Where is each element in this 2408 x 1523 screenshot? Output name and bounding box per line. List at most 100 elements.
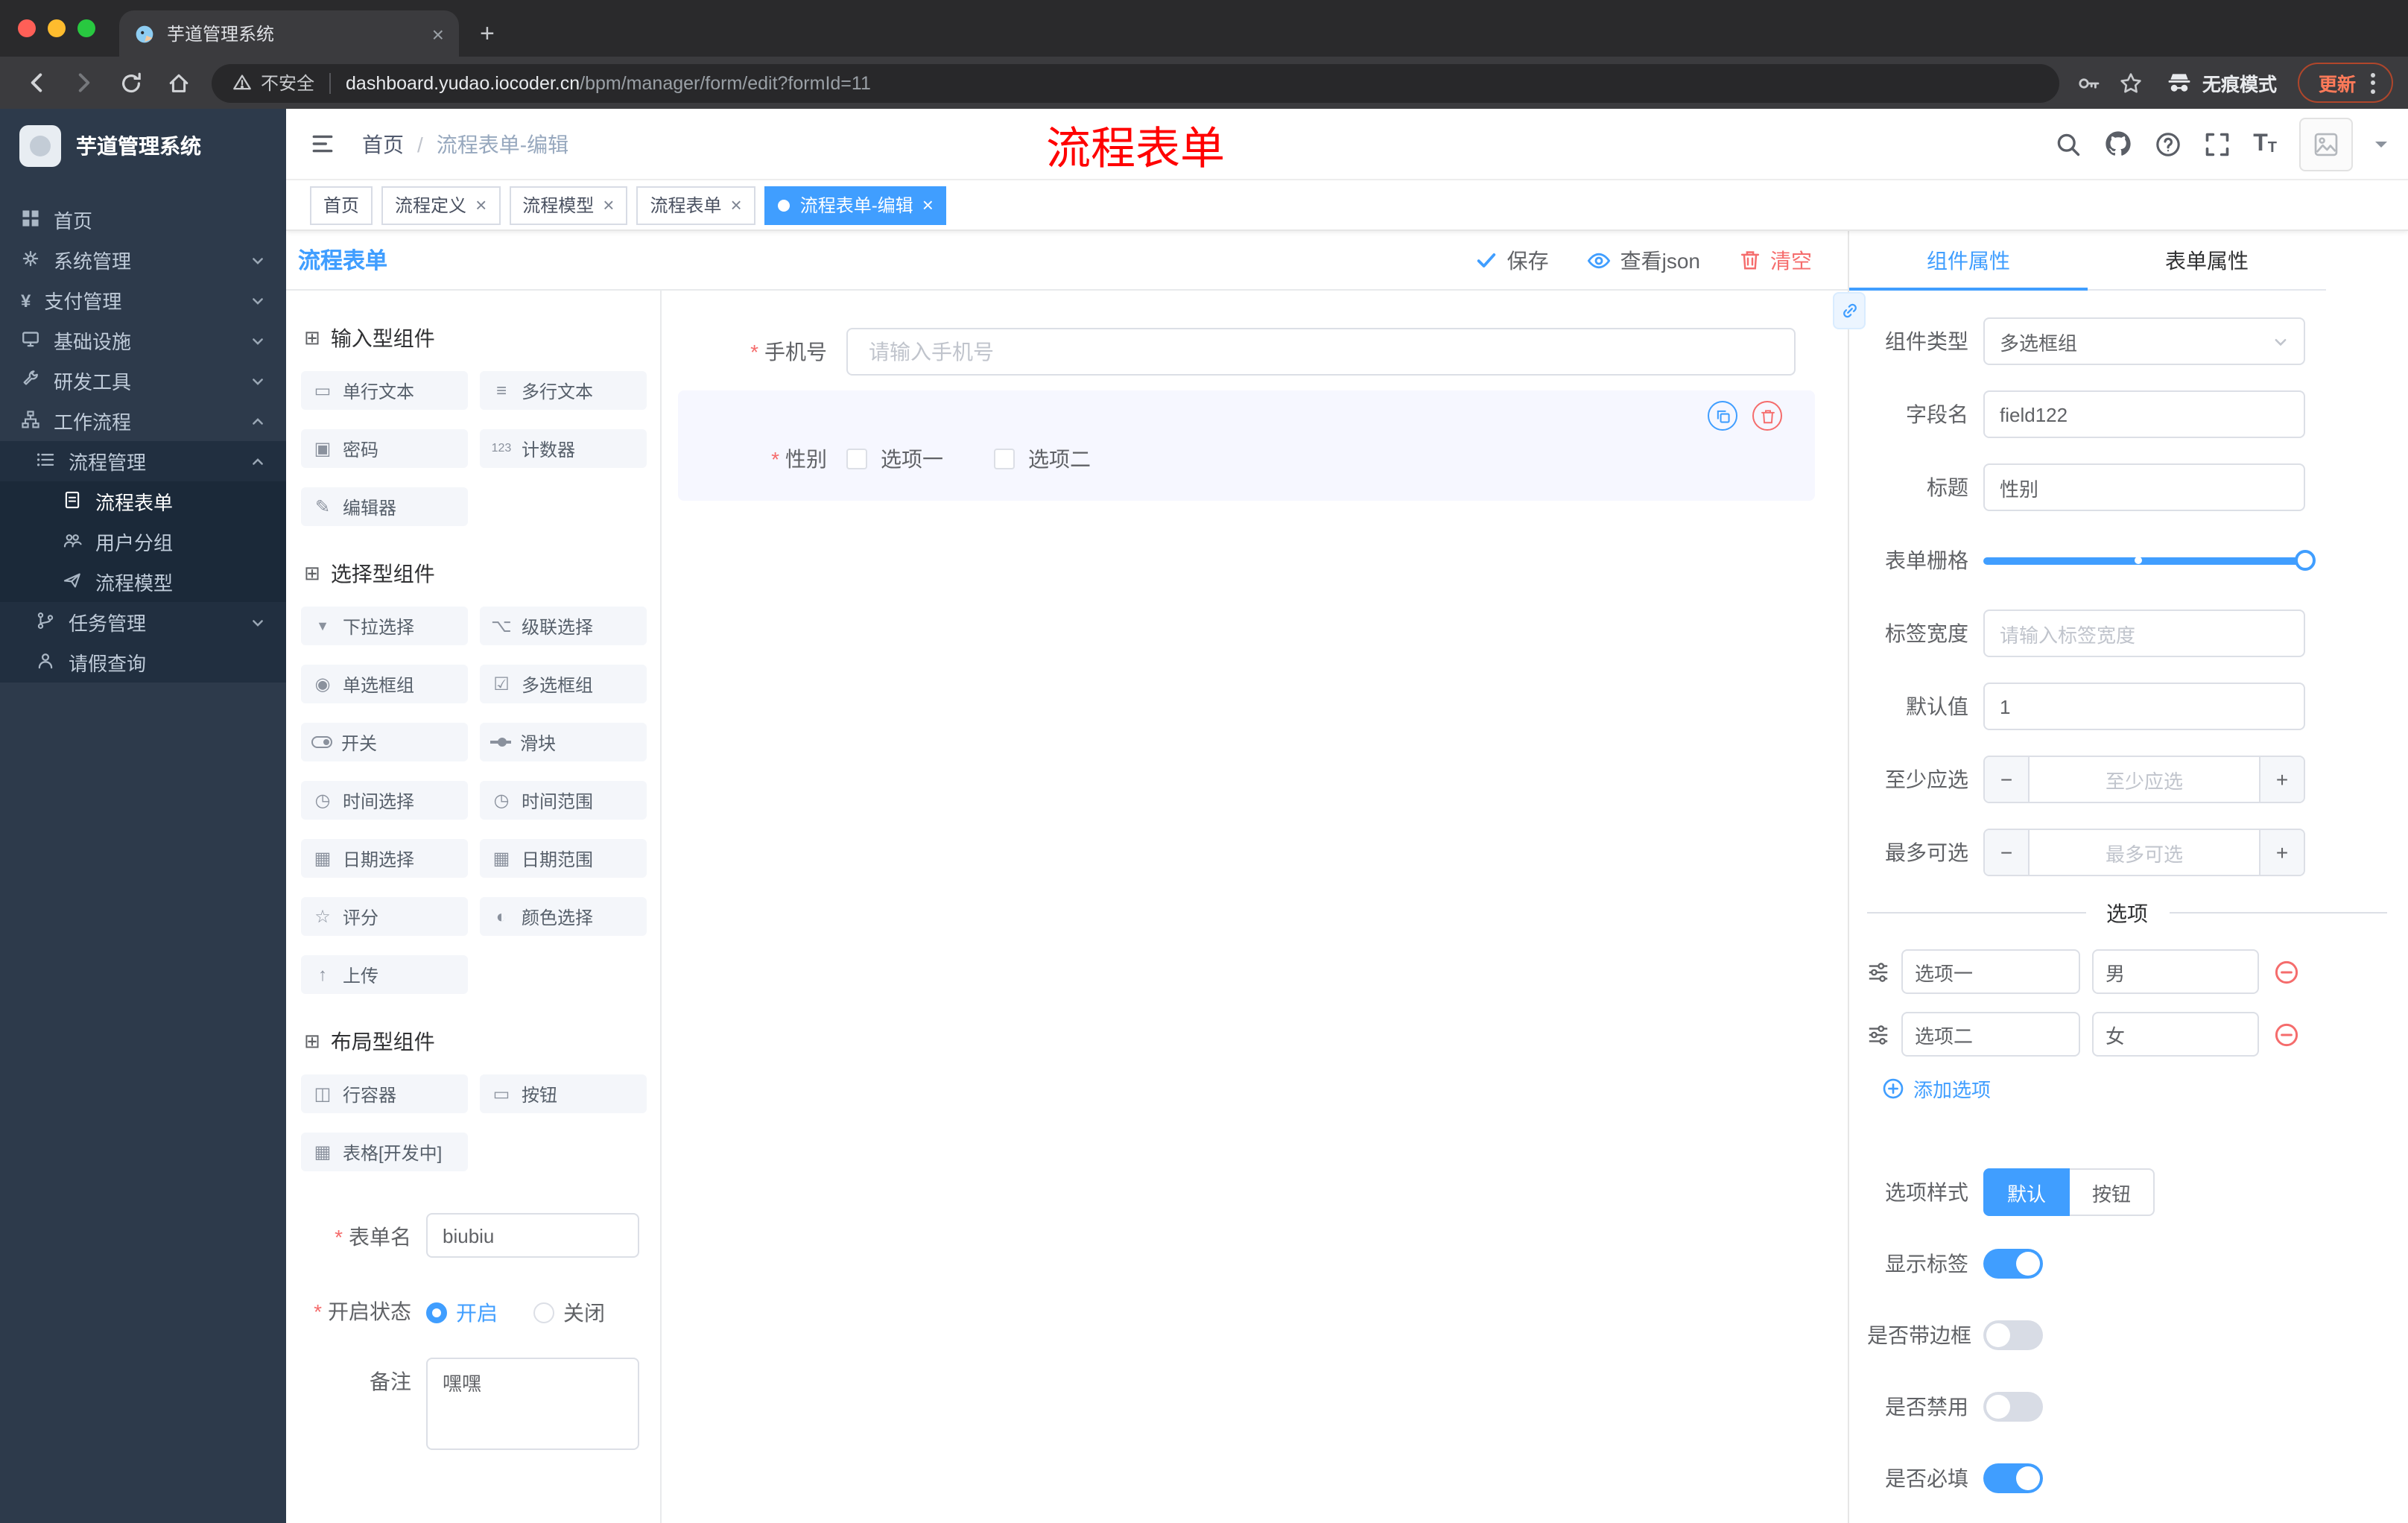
sidebar-item-infrastructure[interactable]: 基础设施 (0, 320, 286, 361)
option-1-value-input[interactable]: 男 (2092, 949, 2259, 994)
tag-home[interactable]: 首页 (310, 186, 373, 224)
palette-item-cascader[interactable]: ⌥ 级联选择 (480, 607, 647, 645)
tab-close-icon[interactable]: × (432, 23, 444, 44)
view-json-button[interactable]: 查看json (1588, 245, 1700, 275)
status-off-radio[interactable]: 关闭 (533, 1298, 605, 1328)
slider-handle[interactable] (2295, 550, 2316, 571)
tag-close-icon[interactable]: × (475, 195, 487, 215)
palette-item-upload[interactable]: ↑ 上传 (301, 955, 468, 994)
url-bar[interactable]: 不安全 dashboard.yudao.iocoder.cn/bpm/manag… (212, 63, 2059, 102)
increase-button[interactable]: + (2259, 830, 2304, 875)
github-icon[interactable] (2104, 130, 2132, 158)
tab-form-props[interactable]: 表单属性 (2088, 231, 2326, 289)
palette-item-rate[interactable]: ☆ 评分 (301, 897, 468, 936)
label-width-input[interactable]: 请输入标签宽度 (1983, 609, 2305, 657)
palette-item-checkbox-group[interactable]: ☑ 多选框组 (480, 665, 647, 703)
palette-item-radio-group[interactable]: ◉ 单选框组 (301, 665, 468, 703)
border-switch[interactable] (1983, 1320, 2043, 1350)
browser-menu-icon[interactable] (2368, 69, 2378, 96)
drag-handle-icon[interactable] (1867, 1023, 1889, 1045)
component-type-select[interactable]: 多选框组 (1983, 317, 2305, 365)
clear-button[interactable]: 清空 (1739, 245, 1812, 275)
palette-item-single-line[interactable]: ▭ 单行文本 (301, 371, 468, 410)
default-value-input[interactable]: 1 (1983, 683, 2305, 730)
palette-item-editor[interactable]: ✎ 编辑器 (301, 487, 468, 526)
palette-item-date[interactable]: ▦ 日期选择 (301, 839, 468, 878)
palette-item-counter[interactable]: 123 计数器 (480, 429, 647, 468)
phone-field-row[interactable]: 手机号 请输入手机号 (678, 328, 1815, 376)
sidebar-item-user-group[interactable]: 用户分组 (0, 522, 286, 562)
option-2-value-input[interactable]: 女 (2092, 1012, 2259, 1057)
remove-option-button[interactable] (2274, 1022, 2299, 1047)
palette-item-time[interactable]: ◷ 时间选择 (301, 781, 468, 820)
palette-item-multi-line[interactable]: ≡ 多行文本 (480, 371, 647, 410)
min-select-value[interactable]: 至少应选 (2030, 757, 2259, 802)
link-icon[interactable] (1833, 292, 1866, 329)
option-2-label-input[interactable]: 选项二 (1901, 1012, 2080, 1057)
sidebar-item-process-model[interactable]: 流程模型 (0, 562, 286, 602)
palette-item-select[interactable]: ▼ 下拉选择 (301, 607, 468, 645)
show-label-switch[interactable] (1983, 1249, 2043, 1279)
help-icon[interactable] (2155, 130, 2182, 157)
tag-close-icon[interactable]: × (603, 195, 614, 215)
selected-widget-gender[interactable]: 性别 选项一 选项二 (678, 390, 1815, 501)
window-minimize-button[interactable] (48, 19, 66, 37)
palette-item-time-range[interactable]: ◷ 时间范围 (480, 781, 647, 820)
back-icon[interactable] (15, 63, 57, 102)
form-name-input[interactable]: biubiu (426, 1213, 639, 1258)
form-remark-textarea[interactable]: 嘿嘿 (426, 1358, 639, 1450)
status-on-radio[interactable]: 开启 (426, 1298, 498, 1328)
disabled-switch[interactable] (1983, 1392, 2043, 1422)
save-button[interactable]: 保存 (1476, 245, 1549, 275)
sidebar-item-task-management[interactable]: 任务管理 (0, 602, 286, 642)
tag-close-icon[interactable]: × (731, 195, 742, 215)
sidebar-item-leave-query[interactable]: 请假查询 (0, 642, 286, 683)
tag-process-model[interactable]: 流程模型 × (509, 186, 628, 224)
phone-input[interactable]: 请输入手机号 (846, 328, 1796, 376)
decrease-button[interactable]: − (1985, 830, 2030, 875)
tab-component-props[interactable]: 组件属性 (1849, 231, 2088, 291)
forward-icon[interactable] (63, 63, 104, 102)
slider-track[interactable] (1983, 550, 2316, 571)
reload-icon[interactable] (110, 63, 152, 102)
password-key-icon[interactable] (2071, 65, 2107, 101)
form-canvas[interactable]: 手机号 请输入手机号 (662, 291, 1848, 1523)
palette-item-row-container[interactable]: ◫ 行容器 (301, 1074, 468, 1113)
palette-item-date-range[interactable]: ▦ 日期范围 (480, 839, 647, 878)
gender-option-2-checkbox[interactable]: 选项二 (994, 444, 1091, 474)
update-button[interactable]: 更新 (2297, 63, 2393, 103)
palette-item-color[interactable]: ◐ 颜色选择 (480, 897, 647, 936)
title-input[interactable]: 性别 (1983, 463, 2305, 511)
palette-item-button[interactable]: ▭ 按钮 (480, 1074, 647, 1113)
gender-field-row[interactable]: 性别 选项一 选项二 (678, 444, 1815, 474)
remove-option-button[interactable] (2274, 959, 2299, 984)
add-option-button[interactable]: 添加选项 (1882, 1074, 2408, 1103)
palette-item-slider[interactable]: 滑块 (480, 723, 647, 762)
sidebar-item-process-form[interactable]: 流程表单 (0, 481, 286, 522)
increase-button[interactable]: + (2259, 757, 2304, 802)
font-size-icon[interactable]: TT (2253, 131, 2277, 156)
grid-slider[interactable] (1983, 536, 2316, 584)
sidebar-item-home[interactable]: 首页 (0, 200, 286, 240)
sidebar-item-system[interactable]: 系统管理 (0, 240, 286, 280)
copy-widget-button[interactable] (1708, 401, 1737, 431)
field-name-input[interactable]: field122 (1983, 390, 2305, 438)
window-zoom-button[interactable] (77, 19, 95, 37)
sidebar-item-workflow[interactable]: 工作流程 (0, 401, 286, 441)
home-icon[interactable] (158, 63, 200, 102)
palette-item-table[interactable]: ▦ 表格[开发中] (301, 1133, 468, 1171)
window-close-button[interactable] (18, 19, 36, 37)
sidebar-item-devtools[interactable]: 研发工具 (0, 361, 286, 401)
sidebar-item-process-management[interactable]: 流程管理 (0, 441, 286, 481)
avatar[interactable] (2299, 117, 2353, 171)
palette-item-switch[interactable]: 开关 (301, 723, 468, 762)
breadcrumb-home[interactable]: 首页 (362, 129, 404, 159)
max-select-value[interactable]: 最多可选 (2030, 830, 2259, 875)
option-1-label-input[interactable]: 选项一 (1901, 949, 2080, 994)
tag-process-definition[interactable]: 流程定义 × (381, 186, 501, 224)
decrease-button[interactable]: − (1985, 757, 2030, 802)
new-tab-button[interactable]: + (480, 21, 495, 46)
tag-close-icon[interactable]: × (922, 195, 934, 215)
sidebar-item-payment[interactable]: ¥ 支付管理 (0, 280, 286, 320)
palette-item-password[interactable]: ▣ 密码 (301, 429, 468, 468)
